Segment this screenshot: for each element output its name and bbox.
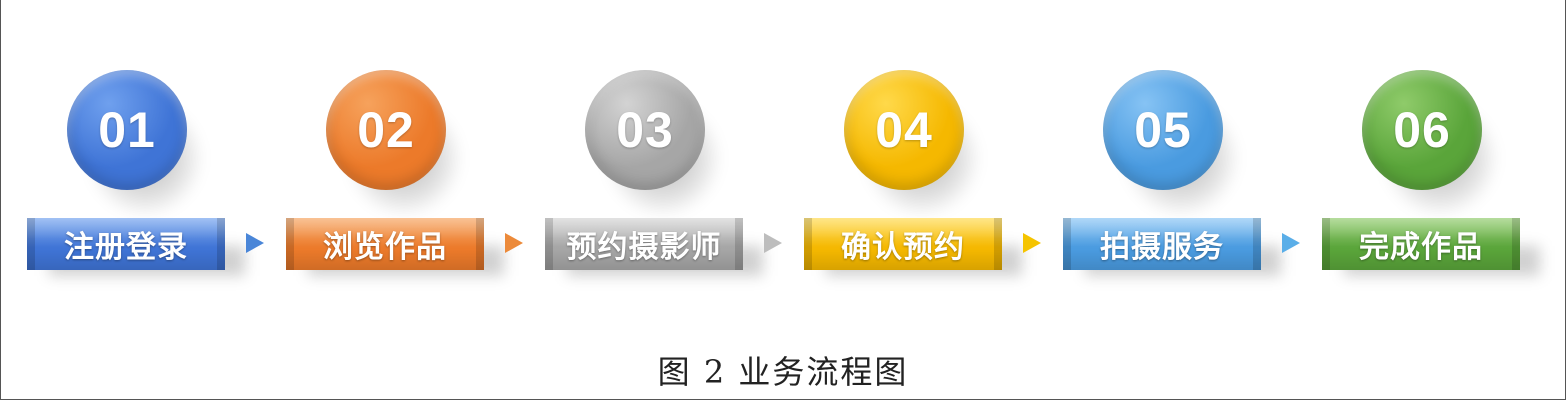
step-5-badge: 05 xyxy=(1103,70,1241,218)
step-3-label-bar: 预约摄影师 xyxy=(545,218,743,270)
figure-caption: 图 2 业务流程图 xyxy=(657,353,909,391)
step-6-label-bar: 完成作品 xyxy=(1322,218,1520,270)
step-4: 04 确认预约 xyxy=(804,70,1022,300)
step-5-label-bar: 拍摄服务 xyxy=(1063,218,1261,270)
step-4-badge: 04 xyxy=(844,70,982,218)
step-4-label-bar: 确认预约 xyxy=(804,218,1002,270)
step-5: 05 拍摄服务 xyxy=(1063,70,1281,300)
step-1: 01 注册登录 xyxy=(27,70,245,300)
arrow-4-5-icon xyxy=(1023,233,1041,253)
step-1-label: 注册登录 xyxy=(64,230,188,265)
arrow-3-4-icon xyxy=(764,233,782,253)
arrow-5-6-icon xyxy=(1282,233,1300,253)
arrow-2-3-icon xyxy=(505,233,523,253)
step-6-label: 完成作品 xyxy=(1359,230,1483,265)
step-1-label-bar: 注册登录 xyxy=(27,218,225,270)
arrow-1-2-icon xyxy=(246,233,264,253)
step-2-number: 02 xyxy=(326,70,446,190)
step-3: 03 预约摄影师 xyxy=(545,70,763,300)
step-2-label-bar: 浏览作品 xyxy=(286,218,484,270)
step-3-number: 03 xyxy=(585,70,705,190)
step-3-badge: 03 xyxy=(585,70,723,218)
step-2-label: 浏览作品 xyxy=(323,230,447,265)
step-2: 02 浏览作品 xyxy=(286,70,504,300)
step-1-badge: 01 xyxy=(67,70,205,218)
step-4-label: 确认预约 xyxy=(841,230,965,265)
step-5-number: 05 xyxy=(1103,70,1223,190)
step-5-label: 拍摄服务 xyxy=(1100,230,1224,265)
step-3-label: 预约摄影师 xyxy=(566,230,722,265)
step-1-number: 01 xyxy=(67,70,187,190)
step-2-badge: 02 xyxy=(326,70,464,218)
step-6-number: 06 xyxy=(1362,70,1482,190)
step-6-badge: 06 xyxy=(1362,70,1500,218)
step-6: 06 完成作品 xyxy=(1322,70,1540,300)
step-4-number: 04 xyxy=(844,70,964,190)
